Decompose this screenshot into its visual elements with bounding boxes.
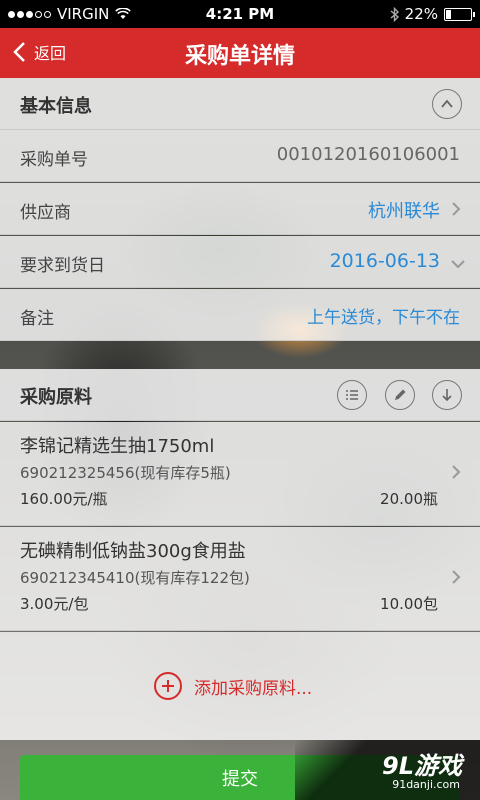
basic-info-title: 基本信息 [20, 96, 92, 117]
plus-circle-icon [154, 672, 182, 700]
material-item[interactable]: 无碘精制低钠盐300g食用盐 690212345410(现有库存122包) 3.… [0, 527, 480, 631]
item-price: 160.00元/瓶 [20, 490, 108, 508]
supplier-label: 供应商 [20, 203, 71, 223]
add-material-label: 添加采购原料... [194, 678, 313, 699]
watermark-logo: 9L游戏 [382, 752, 462, 780]
watermark-url: 91danji.com [392, 778, 460, 791]
item-code: 690212345410(现有库存122包) [20, 569, 250, 587]
item-name: 李锦记精选生抽1750ml [20, 436, 215, 457]
item-name: 无碘精制低钠盐300g食用盐 [20, 541, 246, 562]
delivery-date-label: 要求到货日 [20, 256, 105, 276]
watermark: 9L游戏 91danji.com [295, 740, 480, 800]
material-item[interactable]: 李锦记精选生抽1750ml 690212325456(现有库存5瓶) 160.0… [0, 422, 480, 526]
battery-icon [444, 7, 475, 21]
order-number-label: 采购单号 [20, 150, 88, 170]
status-right: 22% [390, 5, 475, 23]
remark-row[interactable]: 备注 上午送货，下午不在 [0, 289, 480, 341]
basic-info-header: 基本信息 [0, 78, 480, 130]
collapse-button[interactable] [432, 89, 462, 119]
supplier-value[interactable]: 杭州联华 [368, 197, 440, 223]
chevron-right-icon [452, 465, 461, 479]
remark-value[interactable]: 上午送货，下午不在 [307, 303, 460, 328]
pencil-icon [395, 389, 406, 400]
chevron-up-icon [441, 99, 453, 108]
item-quantity: 10.00包 [380, 595, 438, 613]
page-title: 采购单详情 [184, 44, 295, 69]
item-code: 690212325456(现有库存5瓶) [20, 464, 231, 482]
edit-button[interactable] [385, 380, 415, 410]
battery-percent: 22% [404, 5, 438, 23]
nav-bar: 返回 采购单详情 [0, 28, 480, 78]
list-button[interactable] [337, 380, 367, 410]
materials-header: 采购原料 [0, 369, 480, 421]
bluetooth-icon [390, 6, 399, 22]
add-material-row: 添加采购原料... [0, 632, 480, 740]
chevron-right-icon [452, 570, 461, 584]
materials-title: 采购原料 [20, 387, 92, 408]
item-quantity: 20.00瓶 [380, 490, 438, 508]
delivery-date-row[interactable]: 要求到货日 2016-06-13 [0, 236, 480, 288]
order-number-row: 采购单号 0010120160106001 [0, 130, 480, 182]
supplier-row[interactable]: 供应商 杭州联华 [0, 183, 480, 235]
status-bar: VIRGIN 4:21 PM 22% [0, 0, 480, 28]
download-button[interactable] [432, 380, 462, 410]
order-number-value: 0010120160106001 [276, 144, 460, 165]
item-price: 3.00元/包 [20, 595, 89, 613]
battery-level [446, 9, 451, 19]
list-icon [346, 390, 358, 400]
chevron-right-icon [452, 202, 461, 216]
chevron-down-icon [451, 260, 465, 269]
add-material-button[interactable]: 添加采购原料... [154, 672, 312, 700]
delivery-date-value[interactable]: 2016-06-13 [330, 250, 440, 272]
arrow-down-icon [442, 389, 452, 402]
remark-label: 备注 [20, 309, 54, 329]
